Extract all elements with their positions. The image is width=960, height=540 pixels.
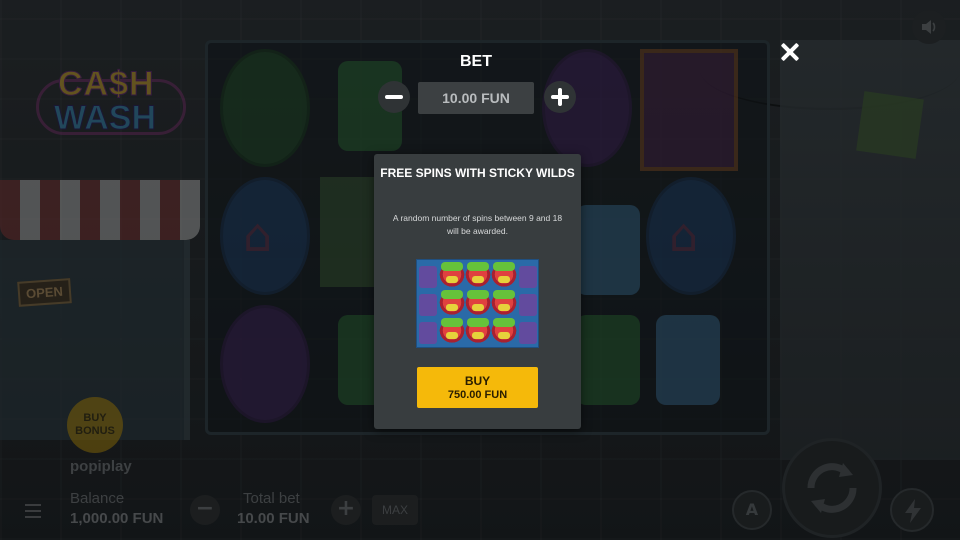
- sticky-wild-icon: [491, 262, 517, 290]
- close-icon[interactable]: [776, 39, 804, 67]
- preview-tile: [519, 266, 537, 288]
- sticky-wild-icon: [465, 290, 491, 318]
- preview-tile: [419, 266, 437, 288]
- bet-increase-button[interactable]: [544, 81, 576, 113]
- sticky-wild-icon: [439, 318, 465, 346]
- feature-title: FREE SPINS WITH STICKY WILDS: [380, 166, 575, 180]
- sticky-wild-icon: [465, 318, 491, 346]
- sticky-wild-icon: [439, 290, 465, 318]
- buy-feature-panel: FREE SPINS WITH STICKY WILDS A random nu…: [374, 154, 581, 429]
- sticky-wild-icon: [439, 262, 465, 290]
- preview-tile: [519, 294, 537, 316]
- feature-description: A random number of spins between 9 and 1…: [392, 213, 563, 236]
- buy-button-label: BUY: [464, 374, 491, 388]
- bet-title: BET: [460, 53, 492, 70]
- preview-tile: [419, 322, 437, 344]
- bet-decrease-button[interactable]: [378, 81, 410, 113]
- buy-button-price: 750.00 FUN: [447, 389, 508, 401]
- sticky-wild-icon: [491, 318, 517, 346]
- bet-value-display: 10.00 FUN: [418, 82, 534, 114]
- sticky-wild-icon: [491, 290, 517, 318]
- preview-tile: [419, 294, 437, 316]
- feature-preview-image: [416, 259, 539, 348]
- buy-feature-button[interactable]: BUY 750.00 FUN: [417, 367, 538, 408]
- sticky-wild-icon: [465, 262, 491, 290]
- preview-tile: [519, 322, 537, 344]
